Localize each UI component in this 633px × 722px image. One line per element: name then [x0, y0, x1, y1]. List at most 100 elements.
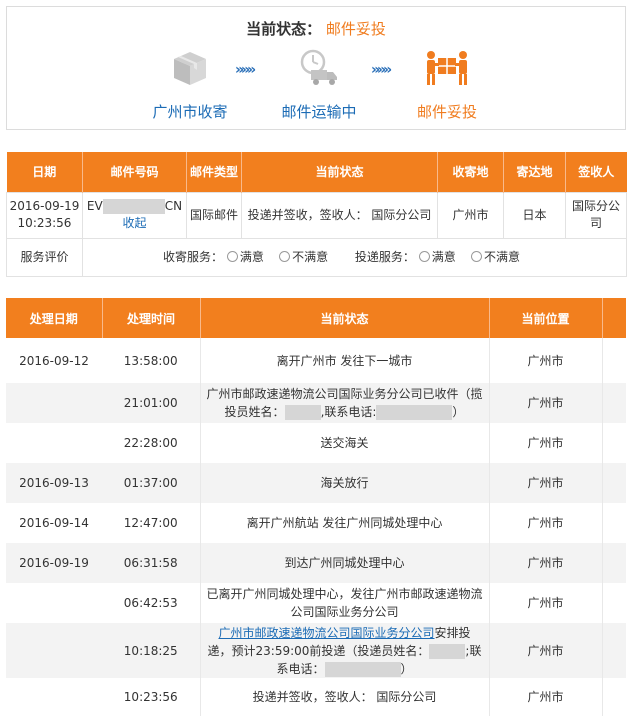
step-delivered-label: 邮件妥投 [416, 103, 477, 121]
row-time: 12:47:00 [102, 503, 200, 543]
row-location: 广州市 [488, 423, 603, 463]
step-delivered: 邮件妥投 [392, 47, 502, 122]
row-status: 广州市邮政速递物流公司国际业务分公司已收件（揽投员姓名： ,联系电话:） [199, 383, 489, 423]
rating-options: 收寄服务： 满意 不满意 投递服务： 满意 不满意 [82, 237, 627, 277]
delivery-truck-icon [300, 49, 337, 85]
header-origin: 收寄地 [437, 152, 504, 192]
row-status: 到达广州同城处理中心 [199, 543, 489, 583]
tracking-prefix: EV [86, 199, 103, 213]
row-status: 广州市邮政速递物流公司国际业务分公司安排投递，预计23:59:00前投递（投递员… [199, 623, 489, 678]
info-mail-type: 国际邮件 [186, 191, 242, 239]
row-status: 海关放行 [199, 463, 489, 503]
row-time: 06:31:58 [102, 543, 200, 583]
step-in-transit: 邮件运输中 [264, 47, 374, 122]
table-row: 2016-09-14 12:47:00 离开广州航站 发往广州同城处理中心 广州… [6, 503, 626, 543]
tracking-suffix: CN [164, 199, 183, 213]
deliver-unsatisfied-radio[interactable]: 不满意 [470, 250, 520, 264]
row-location: 广州市 [488, 383, 603, 423]
row-time: 10:23:56 [102, 678, 200, 716]
row-date [6, 383, 102, 423]
row-date [6, 623, 102, 678]
row-time: 22:28:00 [102, 423, 200, 463]
step-collected-label: 广州市收寄 [152, 103, 228, 121]
row-location: 广州市 [488, 543, 603, 583]
header-destination: 寄达地 [503, 152, 566, 192]
mail-info-table: 日期 邮件号码 邮件类型 当前状态 收寄地 寄达地 签收人 2016-09-19… [6, 152, 627, 277]
row-location: 广州市 [488, 583, 603, 623]
row-date: 2016-09-13 [6, 463, 102, 503]
tracking-table: 处理日期 处理时间 当前状态 当前位置 2016-09-12 13:58:00 … [6, 298, 626, 716]
step-in-transit-label: 邮件运输中 [281, 103, 357, 121]
info-destination: 日本 [503, 191, 566, 239]
rating-label: 服务评价 [6, 237, 83, 277]
info-tracking-number: EV CN 收起 [82, 191, 187, 239]
status-title-value: 邮件妥投 [325, 20, 386, 38]
step-collected: 广州市收寄 [135, 47, 245, 122]
row-location: 广州市 [488, 338, 603, 383]
row-time: 10:18:25 [102, 623, 200, 678]
info-status: 投递并签收，签收人： 国际分公司 [241, 191, 438, 239]
row-status: 送交海关 [199, 423, 489, 463]
row-date [6, 678, 102, 716]
header-mail-type: 邮件类型 [186, 152, 242, 192]
collect-satisfied-radio[interactable]: 满意 [226, 250, 264, 264]
deliver-satisfied-radio[interactable]: 满意 [418, 250, 456, 264]
row-location: 广州市 [488, 678, 603, 716]
table-row: 2016-09-12 13:58:00 离开广州市 发往下一城市 广州市 [6, 338, 626, 383]
row-location: 广州市 [488, 503, 603, 543]
status-panel: 当前状态： 邮件妥投 广州市收寄 »»» 邮件运输中 »»» 邮件妥投 [6, 6, 626, 130]
collapse-link[interactable]: 收起 [122, 216, 146, 230]
header-track-status: 当前状态 [200, 298, 490, 338]
package-icon [174, 52, 206, 85]
redacted-name [429, 643, 466, 659]
header-current-status: 当前状态 [241, 152, 438, 192]
table-row: 06:42:53 已离开广州同城处理中心，发往广州市邮政速递物流公司国际业务分公… [6, 583, 626, 623]
table-row: 2016-09-19 06:31:58 到达广州同城处理中心 广州市 [6, 543, 626, 583]
table-row: 10:18:25 广州市邮政速递物流公司国际业务分公司安排投递，预计23:59:… [6, 623, 626, 678]
redacted-name [284, 405, 321, 420]
header-signer: 签收人 [565, 152, 627, 192]
row-time: 13:58:00 [102, 338, 200, 383]
row-date: 2016-09-12 [6, 338, 102, 383]
header-mail-number: 邮件号码 [82, 152, 187, 192]
row-time: 01:37:00 [102, 463, 200, 503]
header-scroll-spacer [602, 298, 626, 338]
table-row: 22:28:00 送交海关 广州市 [6, 423, 626, 463]
row-date: 2016-09-19 [6, 543, 102, 583]
table-row: 21:01:00 广州市邮政速递物流公司国际业务分公司已收件（揽投员姓名： ,联系… [6, 383, 626, 423]
row-status: 已离开广州同城处理中心，发往广州市邮政速递物流公司国际业务分公司 [199, 583, 489, 623]
step-arrow-1: »»» [235, 62, 256, 78]
redacted-phone [376, 405, 453, 420]
status-title-label: 当前状态： [246, 20, 322, 38]
rating-row: 服务评价 收寄服务： 满意 不满意 投递服务： 满意 不满意 [6, 237, 627, 277]
info-row: 2016-09-19 10:23:56 EV CN 收起 国际邮件 投递并签收，签… [6, 191, 627, 239]
row-location: 广州市 [488, 623, 603, 678]
collect-unsatisfied-radio[interactable]: 不满意 [279, 250, 328, 264]
header-date: 日期 [6, 152, 83, 192]
tracking-header-row: 处理日期 处理时间 当前状态 当前位置 [6, 298, 626, 338]
status-title: 当前状态： 邮件妥投 [7, 18, 625, 39]
branch-link[interactable]: 广州市邮政速递物流公司国际业务分公司 [218, 626, 434, 640]
row-status: 离开广州航站 发往广州同城处理中心 [199, 503, 489, 543]
info-origin: 广州市 [437, 191, 504, 239]
info-date: 2016-09-19 10:23:56 [6, 191, 83, 239]
header-process-date: 处理日期 [6, 298, 103, 338]
info-signer: 国际分公司 [565, 191, 627, 239]
row-date [6, 423, 102, 463]
info-header-row: 日期 邮件号码 邮件类型 当前状态 收寄地 寄达地 签收人 [6, 152, 627, 192]
header-process-time: 处理时间 [102, 298, 201, 338]
step-arrow-2: »»» [371, 62, 392, 78]
row-location: 广州市 [488, 463, 603, 503]
header-current-location: 当前位置 [489, 298, 603, 338]
table-row: 2016-09-13 01:37:00 海关放行 广州市 [6, 463, 626, 503]
row-date [6, 583, 102, 623]
redacted-phone [324, 661, 401, 677]
redacted-tracking [102, 199, 165, 214]
table-row: 10:23:56 投递并签收，签收人： 国际分公司 广州市 [6, 678, 626, 716]
row-date: 2016-09-14 [6, 503, 102, 543]
hand-over-icon [427, 51, 467, 85]
row-time: 21:01:00 [102, 383, 200, 423]
row-time: 06:42:53 [102, 583, 200, 623]
collect-service-label: 收寄服务： [163, 249, 224, 264]
deliver-service-label: 投递服务： [354, 249, 415, 264]
